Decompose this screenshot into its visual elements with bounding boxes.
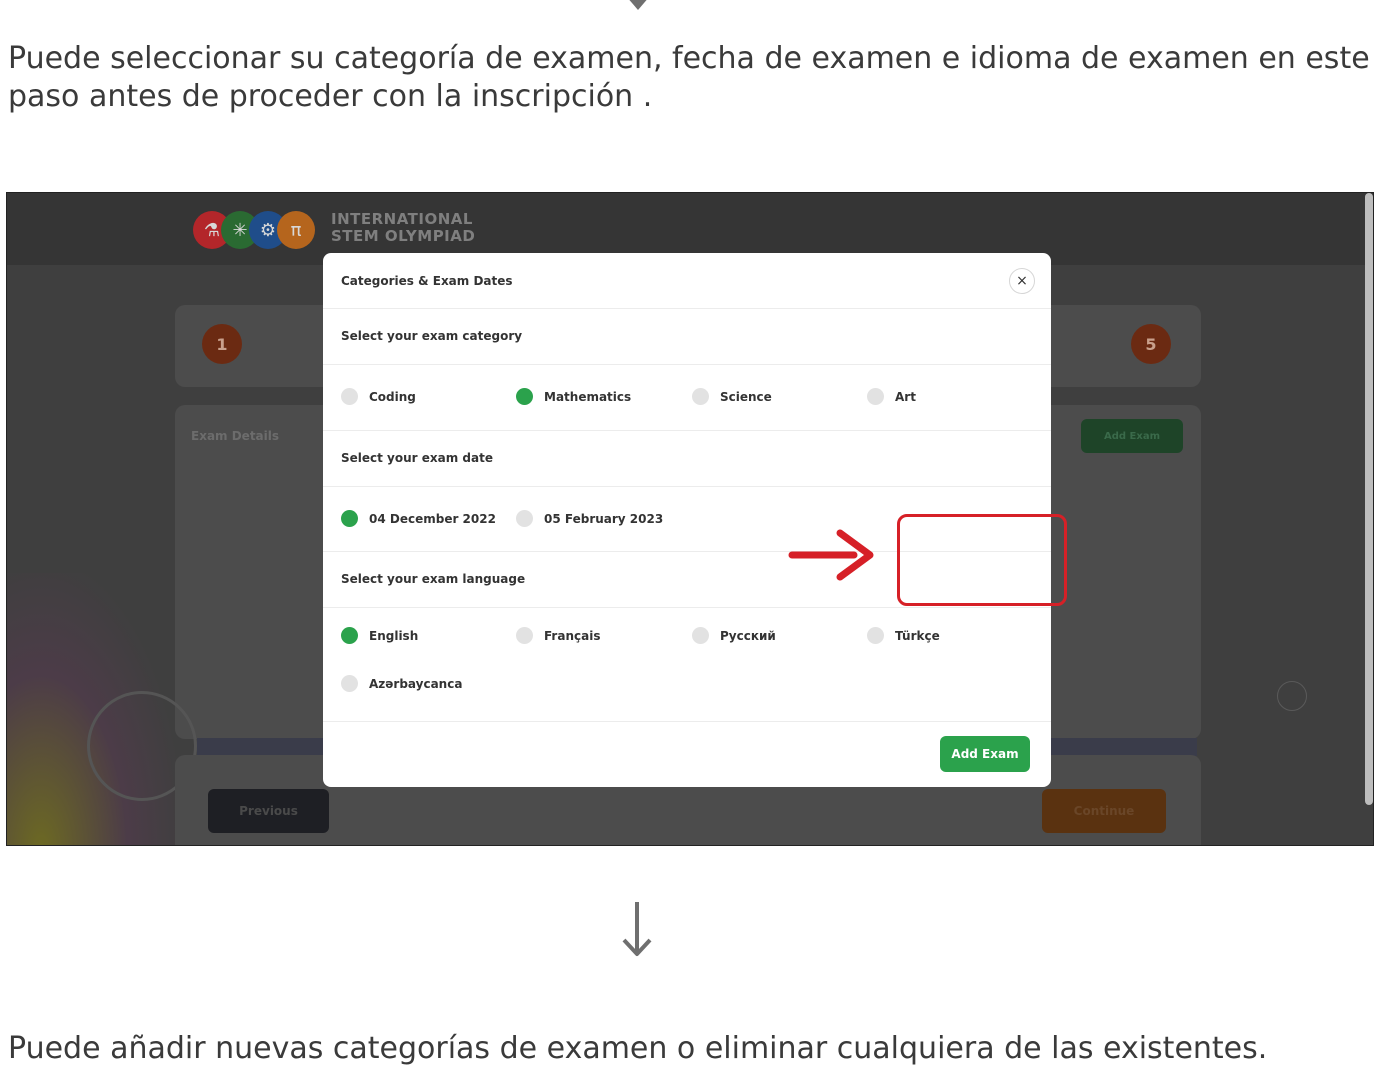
modal-title: Categories & Exam Dates xyxy=(341,274,513,288)
outro-text: Puede añadir nuevas categorías de examen… xyxy=(8,1031,1268,1066)
language-option-turkish[interactable]: Türkçe xyxy=(867,627,940,644)
page: Puede seleccionar su categoría de examen… xyxy=(0,0,1381,1085)
date-title-text: Select your exam date xyxy=(341,451,493,465)
down-arrow-icon xyxy=(622,902,652,956)
option-label: Français xyxy=(544,628,601,643)
pi-icon: π xyxy=(277,211,315,249)
category-section-title: Select your exam category xyxy=(323,309,1051,365)
language-options: English Français Русский Türkçe Azərbayc… xyxy=(323,608,1051,722)
logo-text: INTERNATIONAL STEM OLYMPIAD xyxy=(331,211,475,245)
radio-icon[interactable] xyxy=(867,388,884,405)
scrollbar[interactable] xyxy=(1365,193,1373,805)
top-down-arrow-icon xyxy=(626,0,650,10)
radio-selected-icon[interactable] xyxy=(341,510,358,527)
language-option-french[interactable]: Français xyxy=(516,627,600,644)
olympiad-logo: ⚗ ✳ ⚙ π xyxy=(193,209,317,253)
screenshot-frame: ⚗ ✳ ⚙ π INTERNATIONAL STEM OLYMPIAD 1 5 … xyxy=(6,192,1374,846)
modal-header: Categories & Exam Dates × xyxy=(323,253,1051,309)
option-label: Türkçe xyxy=(895,628,940,643)
radio-icon[interactable] xyxy=(516,510,533,527)
decorative-ring-small xyxy=(1277,681,1307,711)
radio-icon[interactable] xyxy=(692,388,709,405)
radio-icon[interactable] xyxy=(867,627,884,644)
intro-text: Puede seleccionar su categoría de examen… xyxy=(8,41,1370,114)
red-arrow-icon xyxy=(788,529,874,581)
radio-icon[interactable] xyxy=(516,627,533,644)
category-option-coding[interactable]: Coding xyxy=(341,388,416,405)
step-5-badge: 5 xyxy=(1131,324,1171,364)
option-label: Русский xyxy=(720,628,776,643)
bg-add-exam-button[interactable]: Add Exam xyxy=(1081,419,1183,453)
option-label: Art xyxy=(895,389,916,404)
highlight-box xyxy=(897,514,1067,606)
option-label: Coding xyxy=(369,389,416,404)
category-title-text: Select your exam category xyxy=(341,329,523,343)
radio-icon[interactable] xyxy=(341,388,358,405)
category-option-science[interactable]: Science xyxy=(692,388,772,405)
radio-icon[interactable] xyxy=(341,675,358,692)
language-title-text: Select your exam language xyxy=(341,572,526,586)
language-option-azerbaijani[interactable]: Azərbaycanca xyxy=(341,675,462,692)
option-label: Mathematics xyxy=(544,389,632,404)
date-option-feb-2023[interactable]: 05 February 2023 xyxy=(516,510,663,527)
category-option-mathematics[interactable]: Mathematics xyxy=(516,388,631,405)
previous-button[interactable]: Previous xyxy=(208,789,329,833)
radio-icon[interactable] xyxy=(692,627,709,644)
exam-details-label: Exam Details xyxy=(191,429,280,443)
category-option-art[interactable]: Art xyxy=(867,388,916,405)
language-option-russian[interactable]: Русский xyxy=(692,627,776,644)
continue-button[interactable]: Continue xyxy=(1042,789,1166,833)
option-label: 04 December 2022 xyxy=(369,511,496,526)
close-icon[interactable]: × xyxy=(1009,268,1035,294)
date-section-title: Select your exam date xyxy=(323,431,1051,487)
radio-selected-icon[interactable] xyxy=(516,388,533,405)
option-label: English xyxy=(369,628,419,643)
date-option-dec-2022[interactable]: 04 December 2022 xyxy=(341,510,496,527)
add-exam-button[interactable]: Add Exam xyxy=(940,736,1030,772)
category-options: Coding Mathematics Science Art xyxy=(323,365,1051,431)
option-label: Azərbaycanca xyxy=(369,676,463,691)
radio-selected-icon[interactable] xyxy=(341,627,358,644)
option-label: Science xyxy=(720,389,772,404)
step-1-badge: 1 xyxy=(202,324,242,364)
language-option-english[interactable]: English xyxy=(341,627,418,644)
logo-line1: INTERNATIONAL xyxy=(331,210,473,228)
logo-line2: STEM OLYMPIAD xyxy=(331,227,476,245)
option-label: 05 February 2023 xyxy=(544,511,664,526)
